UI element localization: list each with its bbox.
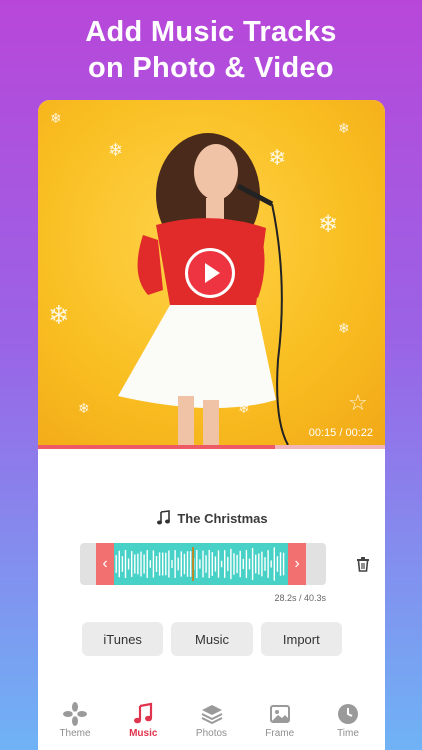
waveform-bar xyxy=(202,550,204,578)
play-icon xyxy=(204,263,220,283)
time-display: 00:15 / 00:22 xyxy=(308,427,373,439)
flower-icon xyxy=(63,702,87,726)
waveform-bar xyxy=(180,551,182,577)
track-title: The Christmas xyxy=(38,510,385,526)
trash-icon[interactable] xyxy=(354,555,372,573)
waveform-bar xyxy=(171,559,173,569)
trim-start-handle[interactable]: ‹ xyxy=(96,543,114,585)
waveform-trimmer[interactable]: ‹ › xyxy=(80,543,326,585)
waveform-bar xyxy=(224,550,226,578)
tab-frame-label: Frame xyxy=(265,728,295,739)
waveform-bar xyxy=(149,560,151,568)
waveform-bar xyxy=(242,558,244,570)
tab-frame[interactable]: Frame xyxy=(247,702,313,750)
tab-theme[interactable]: Theme xyxy=(42,702,108,750)
headline-line-2: on Photo & Video xyxy=(88,52,334,84)
waveform-bar xyxy=(251,547,254,581)
waveform-bar xyxy=(115,555,117,573)
app-screen: ❄ ❄ ❄ ❄ ❄ ❄ ❄ ❄ ☆ ❄ 00:15 / 00:22 The Ch… xyxy=(38,100,385,750)
tab-music-label: Music xyxy=(129,728,158,739)
import-button[interactable]: Import xyxy=(260,622,342,656)
waveform-bar xyxy=(214,556,217,572)
waveform-bar xyxy=(124,550,127,578)
waveform-bar xyxy=(264,557,266,571)
waveform-bar xyxy=(217,550,220,578)
waveform-bar xyxy=(220,560,223,568)
waveform-bar xyxy=(248,558,251,570)
waveform-bar xyxy=(258,553,260,575)
waveform-bar xyxy=(279,552,282,576)
waveform-bar xyxy=(127,558,130,570)
waveform-bar xyxy=(140,551,142,577)
waveform-bar xyxy=(162,552,164,576)
waveform-bar xyxy=(270,560,272,568)
waveform-bar xyxy=(146,550,148,578)
waveform-bar xyxy=(239,550,241,578)
waveform-bar xyxy=(152,550,155,578)
tab-theme-label: Theme xyxy=(59,728,91,739)
headline-line-1: Add Music Tracks xyxy=(85,16,337,48)
waveform-bar xyxy=(158,552,161,576)
waveform-bar xyxy=(186,551,189,577)
music-library-button[interactable]: Music xyxy=(171,622,253,656)
tab-photos[interactable]: Photos xyxy=(179,702,245,750)
tab-time[interactable]: Time xyxy=(315,702,381,750)
video-progress-bar[interactable] xyxy=(38,445,385,449)
waveform-bar xyxy=(155,555,158,573)
bottom-tab-bar: Theme Music Photos Frame Time xyxy=(38,702,385,750)
waveform-bar xyxy=(255,554,257,574)
music-note-icon xyxy=(157,510,171,525)
waveform-bar xyxy=(199,559,201,569)
clock-icon xyxy=(338,704,358,724)
itunes-button[interactable]: iTunes xyxy=(82,622,164,656)
waveform-bar xyxy=(205,555,207,573)
waveform-bar xyxy=(118,550,120,578)
waveform-bar xyxy=(245,550,248,578)
waveform-bar xyxy=(230,548,232,580)
waveform-bar xyxy=(131,551,133,577)
waveform-bar xyxy=(174,550,176,578)
waveform-bar xyxy=(134,554,136,574)
waveform-bar xyxy=(137,553,139,575)
music-note-icon xyxy=(134,702,153,724)
waveform-bar xyxy=(211,552,213,576)
video-progress-fill xyxy=(38,445,275,449)
waveform-bar xyxy=(267,550,269,578)
waveform-bar xyxy=(168,550,170,578)
trim-end-handle[interactable]: › xyxy=(288,543,306,585)
tab-music[interactable]: Music xyxy=(110,702,176,750)
headline: Add Music Tracks on Photo & Video xyxy=(0,14,422,86)
track-title-label: The Christmas xyxy=(177,510,268,526)
waveform-bar xyxy=(236,554,238,574)
waveform-bar xyxy=(183,553,186,575)
selection-duration: 28.2s / 40.3s xyxy=(274,593,326,603)
tab-time-label: Time xyxy=(337,728,359,739)
layers-icon xyxy=(201,705,222,725)
waveform-bar xyxy=(261,551,263,577)
waveform-bar xyxy=(143,554,145,574)
waveform-bar xyxy=(165,552,167,576)
waveform-bar xyxy=(233,553,235,575)
music-source-buttons: iTunes Music Import xyxy=(82,622,342,656)
waveform-bar xyxy=(276,556,279,572)
image-icon xyxy=(269,705,290,723)
waveform-bar xyxy=(177,557,179,571)
waveform-bar xyxy=(273,547,275,581)
play-button[interactable] xyxy=(185,248,235,298)
tab-photos-label: Photos xyxy=(195,728,228,739)
waveform-bar xyxy=(227,556,229,572)
waveform-bar xyxy=(121,556,124,572)
waveform-selection[interactable] xyxy=(96,543,290,585)
waveform-bar xyxy=(196,550,198,578)
playhead[interactable] xyxy=(192,547,194,581)
waveform-bar xyxy=(208,549,210,579)
waveform-bar xyxy=(282,552,285,576)
video-preview[interactable]: ❄ ❄ ❄ ❄ ❄ ❄ ❄ ❄ ☆ ❄ 00:15 / 00:22 xyxy=(38,100,385,445)
